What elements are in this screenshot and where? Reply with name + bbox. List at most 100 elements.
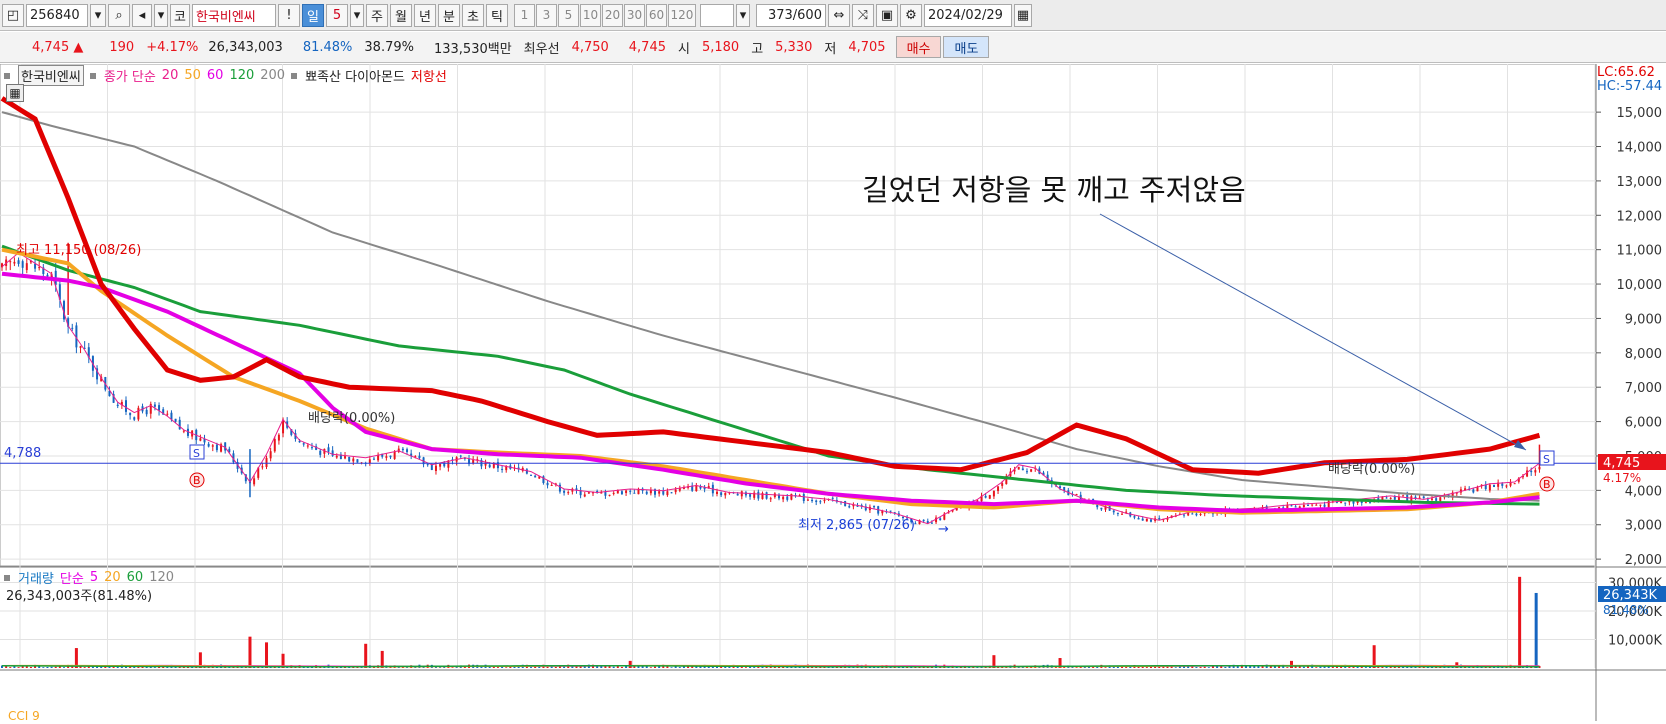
candle-body	[9, 261, 12, 263]
legend-ma-label[interactable]: 종가 단순	[104, 66, 156, 85]
volume-bar	[21, 666, 24, 668]
candle-body	[736, 493, 739, 496]
blank-field[interactable]	[699, 3, 734, 27]
candle-body	[550, 484, 553, 486]
legend-stock-name[interactable]: 한국비엔씨	[18, 65, 84, 86]
price-tag: 4,745	[1603, 456, 1640, 471]
alert-button[interactable]: !	[277, 3, 300, 27]
volume-legend-period-20[interactable]: 20	[104, 570, 121, 585]
search-icon[interactable]: ⌕	[108, 3, 130, 27]
interval-button-30[interactable]: 30	[623, 3, 645, 27]
candle-body	[215, 444, 218, 451]
candle-body	[79, 346, 82, 348]
period-minute-button[interactable]: 분	[437, 3, 460, 27]
chart-icon[interactable]: ◰	[2, 3, 24, 27]
candle-body	[368, 459, 371, 464]
candle-body	[211, 445, 214, 447]
volume-legend-period-120[interactable]: 120	[149, 570, 174, 585]
volume-bar	[1203, 666, 1206, 668]
blank-dropdown-icon[interactable]: ▾	[735, 3, 750, 27]
volume-legend-period-5[interactable]: 5	[90, 570, 98, 585]
legend-ma-period-120[interactable]: 120	[229, 68, 254, 83]
volume-spike	[1518, 576, 1522, 668]
period-n-select[interactable]: 5	[325, 3, 348, 27]
period-dropdown-icon[interactable]: ▾	[349, 3, 364, 27]
price-chart[interactable]: 15,000 14,000 13,000 12,000 11,000 10,000 9,00…	[0, 63, 1666, 723]
table-toggle-icon[interactable]: ▦	[6, 84, 24, 102]
candle-body	[418, 455, 421, 459]
volume-bar	[1158, 666, 1161, 668]
volume-bar	[678, 667, 681, 668]
best-ask: 4,750	[571, 39, 609, 55]
stock-name-field[interactable]: 한국비엔씨	[191, 3, 276, 27]
legend-ma-period-60[interactable]: 60	[207, 68, 224, 83]
candle-body	[133, 417, 136, 420]
volume-bar	[133, 667, 136, 668]
candle-body	[997, 486, 1000, 491]
period-second-button[interactable]: 초	[461, 3, 484, 27]
volume-bar	[29, 667, 32, 668]
interval-button-3[interactable]: 3	[535, 3, 557, 27]
candle-body	[1294, 506, 1297, 508]
price-change-pct: +4.17%	[146, 39, 199, 55]
interval-button-5[interactable]: 5	[557, 3, 579, 27]
y-tick-label: 15,000	[1617, 106, 1663, 121]
chart-toolbar: ◰ 256840 ▾ ⌕ ◂ ▾ 코 한국비엔씨 ! 일 5 ▾ 주 월 년 분…	[0, 0, 1666, 31]
candle-body	[1145, 518, 1148, 522]
zoom-in-icon[interactable]: ⇔	[827, 3, 850, 27]
code-dropdown-icon[interactable]: ▾	[90, 3, 106, 27]
y-tick-label: 11,000	[1617, 244, 1663, 259]
candle-body	[1389, 497, 1392, 499]
volume-bar	[530, 667, 533, 668]
market-badge: 코	[170, 3, 190, 27]
legend-extra-1[interactable]: 뾰족산 다이아몬드	[305, 66, 405, 85]
legend-ma-period-50[interactable]: 50	[184, 68, 201, 83]
candle-body	[612, 492, 615, 494]
dividend-label-2: 배당락(0.00%)	[1328, 462, 1415, 477]
volume-spike	[1372, 645, 1376, 668]
legend-bullet-icon	[89, 68, 98, 83]
volume-bar	[649, 667, 652, 668]
open-label: 시	[678, 41, 690, 57]
candle-body	[662, 490, 665, 495]
candle-body	[525, 469, 528, 474]
comment-text: 길었던 저항을 못 깨고 주저앉음	[862, 173, 1246, 207]
code-input[interactable]: 256840	[26, 3, 88, 27]
legend-extra-2[interactable]: 저항선	[411, 66, 447, 85]
interval-button-10[interactable]: 10	[579, 3, 601, 27]
gear-icon[interactable]: ⚙	[899, 3, 922, 27]
candle-body	[848, 506, 851, 508]
save-icon[interactable]: ▣	[875, 3, 898, 27]
sell-button[interactable]: 매도	[943, 36, 990, 58]
candle-body	[922, 519, 925, 522]
interval-button-20[interactable]: 20	[601, 3, 623, 27]
interval-button-1[interactable]: 1	[513, 3, 535, 27]
calendar-icon[interactable]: ▦	[1013, 3, 1032, 27]
volume-bar	[1224, 666, 1227, 668]
legend-ma-period-20[interactable]: 20	[162, 68, 179, 83]
interval-button-120[interactable]: 120	[667, 3, 696, 27]
count-input[interactable]: 373/600	[755, 3, 826, 27]
date-input[interactable]: 2024/02/29	[923, 3, 1012, 27]
candle-body	[319, 450, 322, 455]
volume-legend-period-60[interactable]: 60	[127, 570, 144, 585]
buy-button[interactable]: 매수	[895, 36, 942, 58]
hline-label: 4,788	[4, 446, 41, 461]
period-day-button[interactable]: 일	[301, 3, 324, 27]
volume-bar	[451, 667, 454, 668]
period-week-button[interactable]: 주	[365, 3, 388, 27]
period-month-button[interactable]: 월	[389, 3, 412, 27]
zoom-out-icon[interactable]: ⤨	[851, 3, 874, 27]
speaker-dropdown-icon[interactable]: ▾	[154, 3, 168, 27]
volume-bar	[42, 667, 45, 668]
speaker-icon[interactable]: ◂	[132, 3, 152, 27]
volume-bar	[1319, 666, 1322, 668]
volume-bar	[153, 667, 156, 668]
trade-amount: 133,530백만	[433, 41, 512, 57]
period-tick-button[interactable]: 틱	[485, 3, 508, 27]
interval-button-60[interactable]: 60	[645, 3, 667, 27]
period-year-button[interactable]: 년	[413, 3, 436, 27]
candle-body	[629, 490, 632, 492]
legend-ma-period-200[interactable]: 200	[260, 68, 285, 83]
candle-body	[1195, 513, 1198, 516]
